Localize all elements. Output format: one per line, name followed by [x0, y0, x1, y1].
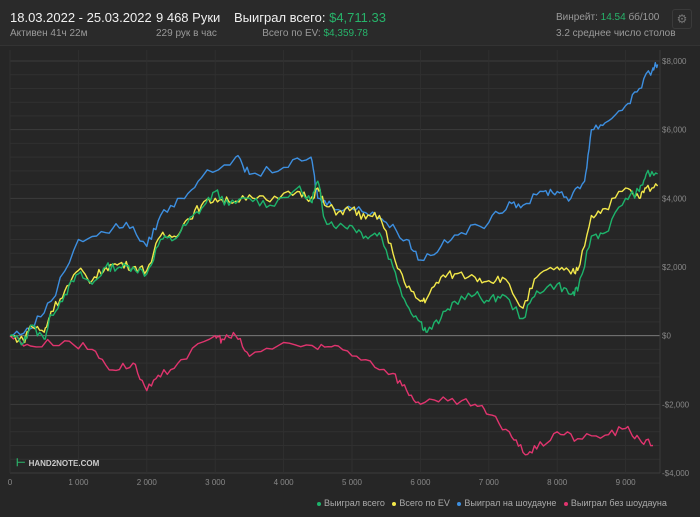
legend: Выиграл всего Всего по EV Выиграл на шоу…: [317, 498, 667, 508]
x-tick-label: 8 000: [547, 478, 568, 487]
x-tick-label: 7 000: [479, 478, 500, 487]
x-tick-label: 5 000: [342, 478, 363, 487]
y-tick-label: $6,000: [662, 126, 687, 135]
y-tick-label: $8,000: [662, 57, 687, 66]
x-tick-label: 4 000: [274, 478, 295, 487]
legend-marker-icon: [457, 501, 462, 506]
x-tick-label: 9 000: [616, 478, 637, 487]
legend-marker-icon: [563, 501, 568, 506]
y-tick-label: -$4,000: [662, 469, 690, 478]
x-tick-label: 2 000: [137, 478, 158, 487]
x-tick-label: 6 000: [410, 478, 431, 487]
y-tick-label: -$2,000: [662, 400, 690, 409]
x-tick-label: 1 000: [68, 478, 89, 487]
y-tick-label: $4,000: [662, 194, 687, 203]
legend-item-1[interactable]: Всего по EV: [392, 498, 450, 508]
x-tick-label: 0: [8, 478, 13, 487]
series-line-3: [9, 331, 654, 456]
legend-item-3[interactable]: Выиграл без шоудауна: [563, 498, 667, 508]
series-line-0: [9, 169, 658, 346]
y-tick-label: $2,000: [662, 263, 687, 272]
profit-chart: $8,000 $6,000 $4,000 $2,000 $0 -$2,000 -$4,000…: [8, 50, 690, 487]
x-tick-label: 3 000: [205, 478, 226, 487]
legend-marker-icon: [392, 501, 397, 506]
hand2note-logo: ⊢ HAND2NOTE.COM: [16, 457, 100, 469]
legend-marker-icon: [317, 501, 321, 506]
y-tick-label: $0: [662, 332, 671, 341]
legend-item-0[interactable]: Выиграл всего: [317, 498, 385, 508]
logo-icon: ⊢: [16, 457, 26, 469]
legend-item-2[interactable]: Выиграл на шоудауне: [457, 498, 556, 508]
